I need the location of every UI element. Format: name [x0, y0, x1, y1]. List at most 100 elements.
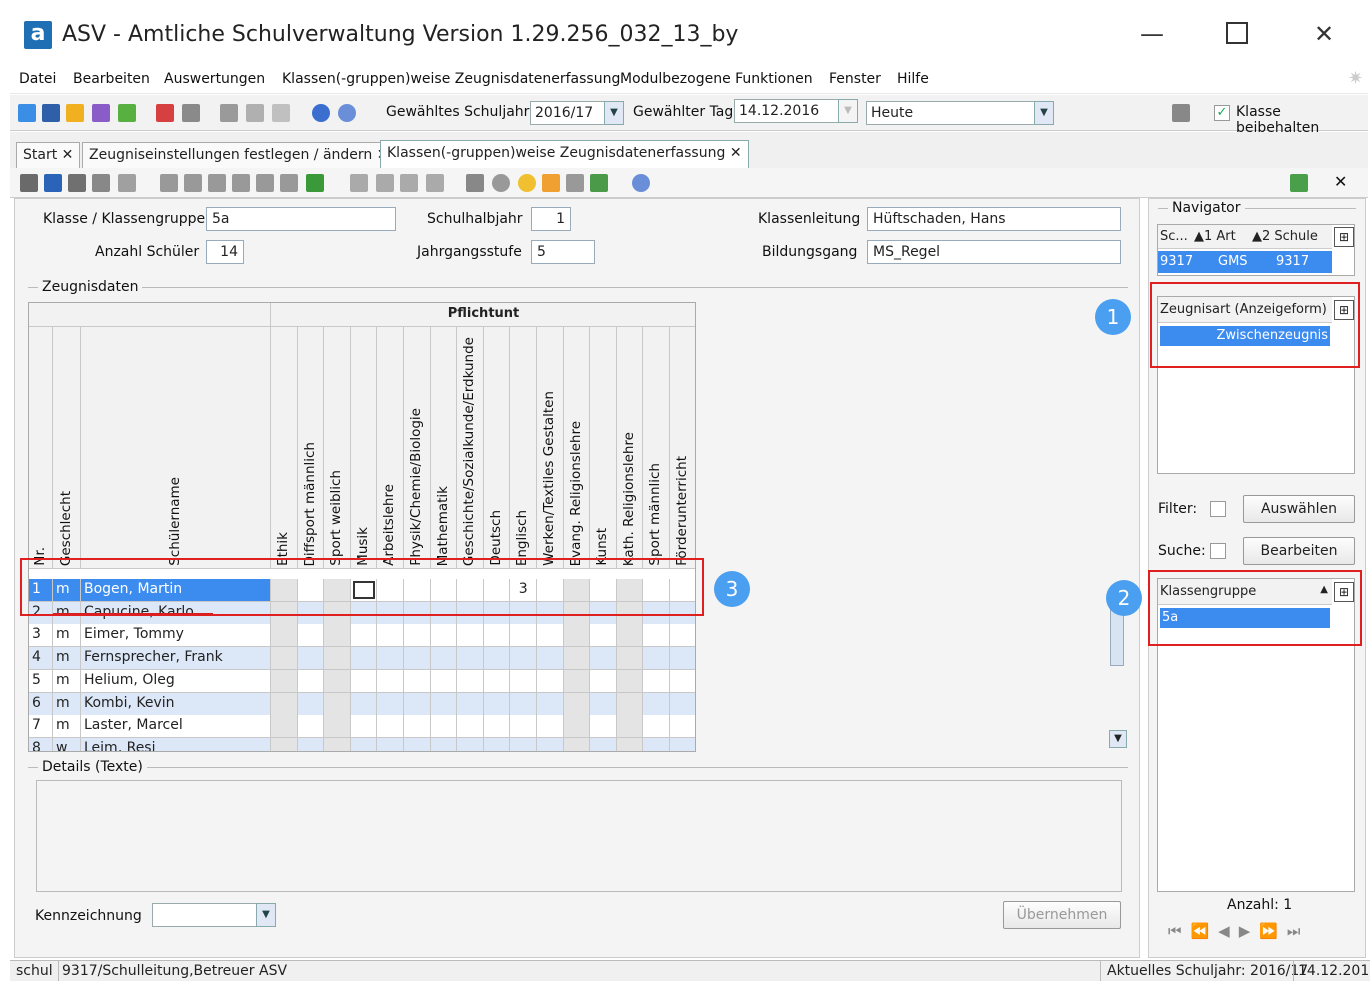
- table-row[interactable]: 8 w Leim, Resi: [29, 737, 695, 751]
- cell-grade[interactable]: [377, 647, 404, 670]
- column-chooser-icon[interactable]: ⊞: [1334, 227, 1354, 247]
- tab-zeugnisdatenerfassung[interactable]: Klassen(-gruppen)weise Zeugnisdatenerfas…: [380, 140, 749, 168]
- cell-grade[interactable]: [431, 624, 458, 647]
- chevron-down-icon[interactable]: ▼: [838, 99, 858, 123]
- cell-grade[interactable]: [616, 737, 644, 751]
- first-record-icon[interactable]: [160, 174, 178, 192]
- cell-grade[interactable]: [670, 624, 695, 646]
- cell-grade[interactable]: [643, 737, 670, 751]
- menu-fenster[interactable]: Fenster: [829, 71, 881, 87]
- cell-nr[interactable]: 5: [29, 669, 53, 692]
- cell-grade[interactable]: [271, 692, 298, 715]
- cell-grade[interactable]: [298, 669, 325, 692]
- teachers-icon[interactable]: [66, 104, 84, 122]
- cell-grade[interactable]: [271, 647, 298, 670]
- cell-grade[interactable]: [351, 669, 378, 692]
- cell-geschlecht[interactable]: m: [53, 692, 81, 715]
- cell-grade[interactable]: [457, 624, 484, 647]
- klassenleitung-field[interactable]: Hüftschaden, Hans: [867, 207, 1121, 231]
- cell-grade[interactable]: [590, 692, 617, 715]
- cell-nr[interactable]: 8: [29, 737, 53, 751]
- table-row[interactable]: 5 m Helium, Oleg: [29, 669, 695, 693]
- cell-grade[interactable]: [351, 624, 378, 647]
- menu-modulbezogene-funktionen[interactable]: Modulbezogene Funktionen: [620, 71, 813, 87]
- cell-grade[interactable]: [431, 692, 458, 715]
- cell-schuelername[interactable]: Leim, Resi: [81, 737, 271, 751]
- col-art[interactable]: ▲1 Art: [1194, 229, 1236, 244]
- cell-grade[interactable]: [404, 737, 431, 751]
- cell-grade[interactable]: [457, 669, 484, 692]
- suche-checkbox[interactable]: [1210, 543, 1226, 559]
- cell-schuelername[interactable]: Fernsprecher, Frank: [81, 647, 271, 670]
- table-row[interactable]: 7 m Laster, Marcel: [29, 715, 695, 739]
- scroll-down-icon[interactable]: ▼: [1109, 730, 1127, 748]
- cell-grade[interactable]: [484, 624, 511, 647]
- chevron-down-icon[interactable]: ▼: [604, 101, 624, 125]
- cell-grade[interactable]: [643, 715, 670, 738]
- cut-icon[interactable]: [376, 174, 394, 192]
- cell-schuelername[interactable]: Helium, Oleg: [81, 669, 271, 692]
- cell-grade[interactable]: [404, 715, 431, 738]
- cell-grade[interactable]: [298, 737, 325, 751]
- cell-geschlecht[interactable]: w: [53, 737, 81, 751]
- col-subject-header[interactable]: Geschichte/Sozialkunde/Erdkunde: [457, 327, 484, 569]
- cell-grade[interactable]: [431, 647, 458, 670]
- cell-grade[interactable]: [510, 715, 537, 738]
- school-list[interactable]: Sc... ▲1 Art ▲2 Schule 9317 GMS 9317 ⊞: [1157, 224, 1355, 276]
- cell-nr[interactable]: 7: [29, 715, 53, 738]
- close-icon[interactable]: ✕: [730, 145, 742, 161]
- klasse-field[interactable]: 5a: [206, 207, 396, 231]
- cell-grade[interactable]: [324, 647, 351, 670]
- jahrgangsstufe-field[interactable]: 5: [531, 240, 595, 264]
- cell-grade[interactable]: [616, 692, 644, 715]
- col-subject-header[interactable]: Sport weiblich: [324, 327, 351, 569]
- cell-grade[interactable]: [431, 669, 458, 692]
- cell-grade[interactable]: [377, 624, 404, 647]
- book-icon[interactable]: [156, 104, 174, 122]
- cell-grade[interactable]: [590, 715, 617, 738]
- cell-geschlecht[interactable]: m: [53, 647, 81, 670]
- col-subject-header[interactable]: Sport männlich: [643, 327, 670, 569]
- cell-grade[interactable]: [590, 669, 617, 692]
- tab-zeugniseinstellungen[interactable]: Zeugniseinstellungen festlegen / ändern …: [82, 142, 396, 168]
- undo-icon[interactable]: [68, 174, 86, 192]
- cell-grade[interactable]: [404, 692, 431, 715]
- menu-zeugnisdatenerfassung[interactable]: Klassen(-gruppen)weise Zeugnisdatenerfas…: [282, 71, 620, 87]
- help-icon[interactable]: [338, 104, 356, 122]
- messages-icon[interactable]: [118, 104, 136, 122]
- cell-grade[interactable]: [590, 647, 617, 670]
- cell-grade[interactable]: [431, 715, 458, 738]
- anzahl-schueler-field[interactable]: 14: [206, 240, 244, 264]
- grid-icon[interactable]: [566, 174, 584, 192]
- schuljahr-select[interactable]: 2016/17 ▼: [530, 101, 624, 125]
- save-icon[interactable]: [44, 174, 62, 192]
- print-icon[interactable]: [1172, 104, 1190, 122]
- cell-grade[interactable]: [563, 715, 591, 738]
- cell-grade[interactable]: [351, 715, 378, 738]
- cell-grade[interactable]: [670, 715, 695, 737]
- col-subject-header[interactable]: Förderunterricht: [670, 327, 695, 569]
- cell-grade[interactable]: [563, 737, 591, 751]
- cell-grade[interactable]: [271, 624, 298, 647]
- cell-grade[interactable]: [537, 715, 564, 738]
- cell-grade[interactable]: [616, 669, 644, 692]
- table-row[interactable]: 4 m Fernsprecher, Frank: [29, 647, 695, 671]
- cell-grade[interactable]: [616, 647, 644, 670]
- cell-grade[interactable]: [537, 647, 564, 670]
- menu-auswertungen[interactable]: Auswertungen: [164, 71, 265, 87]
- details-textarea[interactable]: [36, 780, 1122, 892]
- copy-icon[interactable]: [400, 174, 418, 192]
- cell-geschlecht[interactable]: m: [53, 715, 81, 738]
- sync-icon[interactable]: [1290, 174, 1308, 192]
- cell-schuelername[interactable]: Eimer, Tommy: [81, 624, 271, 647]
- next-page-icon[interactable]: [256, 174, 274, 192]
- cell-grade[interactable]: [510, 692, 537, 715]
- cell-geschlecht[interactable]: m: [53, 624, 81, 647]
- cell-grade[interactable]: [351, 692, 378, 715]
- bearbeiten-button[interactable]: Bearbeiten: [1243, 537, 1355, 565]
- eye-icon[interactable]: [492, 174, 510, 192]
- back-icon[interactable]: [350, 174, 368, 192]
- col-subject-header[interactable]: Mathematik: [430, 327, 458, 569]
- cell-schuelername[interactable]: Kombi, Kevin: [81, 692, 271, 715]
- previous-record-icon[interactable]: [208, 174, 226, 192]
